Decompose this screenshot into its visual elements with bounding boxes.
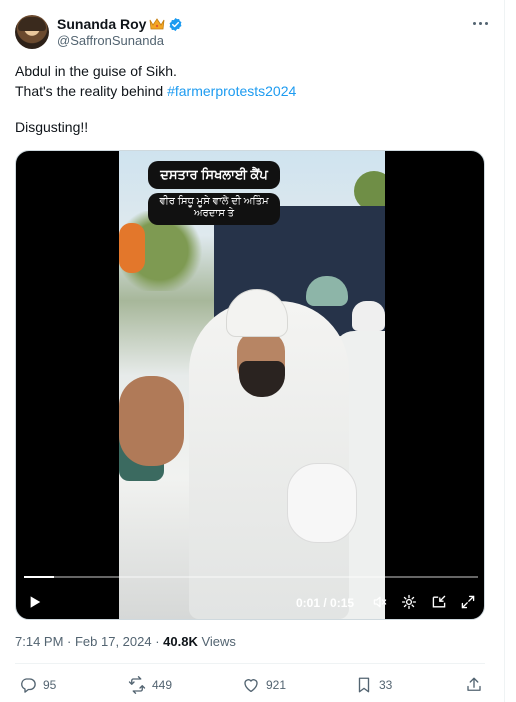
share-icon (467, 677, 481, 691)
hashtag-link[interactable]: #farmerprotests2024 (167, 83, 296, 99)
bookmark-icon (358, 677, 370, 693)
orange-turban (119, 223, 145, 273)
repost-icon (128, 676, 146, 694)
meta-separator: · (63, 634, 75, 649)
video-player[interactable]: ਦਸਤਾਰ ਸਿਖਲਾਈ ਕੈਂਪ ਵੀਰ ਸਿਧੂ ਮੂਸੇ ਵਾਲੇ ਦੀ … (15, 150, 485, 620)
video-frame[interactable]: ਦਸਤਾਰ ਸਿਖਲਾਈ ਕੈਂਪ ਵੀਰ ਸਿਧੂ ਮੂਸੇ ਵਾਲੇ ਦੀ … (119, 151, 385, 619)
views-label: Views (197, 634, 236, 649)
video-progress-fill (24, 576, 55, 578)
tweet-line-2-text: That's the reality behind (15, 83, 168, 99)
play-icon[interactable] (24, 587, 46, 617)
tweet-line-2: That's the reality behind #farmerprotest… (15, 81, 485, 101)
share-button[interactable] (465, 674, 483, 696)
video-caption-2a: ਵੀਰ ਸਿਧੂ ਮੂਸੇ ਵਾਲੇ ਦੀ ਅਤਿੰਮ (159, 196, 269, 207)
heart-icon (244, 679, 258, 693)
reply-icon (21, 678, 36, 693)
action-bar: 95 449 921 33 (15, 674, 485, 696)
settings-gear-icon[interactable] (398, 587, 420, 617)
profile-avatar[interactable] (15, 15, 49, 49)
tweet-line-1: Abdul in the guise of Sikh. (15, 63, 177, 79)
video-controls: 0:01 / 0:15 (16, 587, 484, 617)
video-caption-2b: ਅਰਦਾਸ ਤੇ (193, 208, 235, 219)
white-turban (352, 301, 385, 331)
repost-button[interactable]: 449 (128, 674, 172, 696)
mute-icon[interactable] (369, 587, 391, 617)
author-name-row: Sunanda Roy (57, 15, 183, 33)
like-count: 921 (266, 678, 287, 692)
green-turban (306, 276, 348, 306)
tweet-card[interactable]: Sunanda Roy @SaffronSunanda Abdul in the… (0, 0, 505, 702)
author-display-name[interactable]: Sunanda Roy (57, 16, 146, 32)
tweet-line-3: Disgusting!! (15, 119, 89, 135)
divider (15, 663, 485, 664)
bookmark-count: 33 (379, 678, 393, 692)
white-cloth (287, 463, 357, 543)
person-arm (119, 376, 184, 466)
tweet-meta: 7:14 PM · Feb 17, 2024 · 40.8K Views (15, 634, 236, 649)
background-tree-right (354, 171, 385, 211)
verified-icon (168, 17, 183, 32)
bookmark-button[interactable]: 33 (355, 674, 392, 696)
reply-button[interactable]: 95 (19, 674, 56, 696)
tweet-date[interactable]: Feb 17, 2024 (75, 634, 152, 649)
tweet-text: Abdul in the guise of Sikh. That's the r… (15, 61, 485, 137)
video-caption-2: ਵੀਰ ਸਿਧੂ ਮੂਸੇ ਵਾਲੇ ਦੀ ਅਤਿੰਮ ਅਰਦਾਸ ਤੇ (148, 193, 280, 225)
video-progress-bar[interactable] (24, 576, 478, 578)
picture-in-picture-icon[interactable] (428, 587, 450, 617)
meta-separator-2: · (151, 634, 164, 649)
like-button[interactable]: 921 (242, 674, 286, 696)
more-options-icon[interactable] (470, 15, 490, 31)
reply-count: 95 (43, 678, 57, 692)
crown-icon (149, 17, 165, 31)
repost-count: 449 (152, 678, 173, 692)
fullscreen-icon[interactable] (457, 587, 479, 617)
video-time: 0:01 / 0:15 (296, 596, 355, 610)
video-caption-1: ਦਸਤਾਰ ਸਿਖਲਾਈ ਕੈਂਪ (148, 161, 280, 189)
tweet-time[interactable]: 7:14 PM (15, 634, 63, 649)
views-count: 40.8K (163, 634, 198, 649)
author-handle[interactable]: @SaffronSunanda (57, 33, 164, 48)
